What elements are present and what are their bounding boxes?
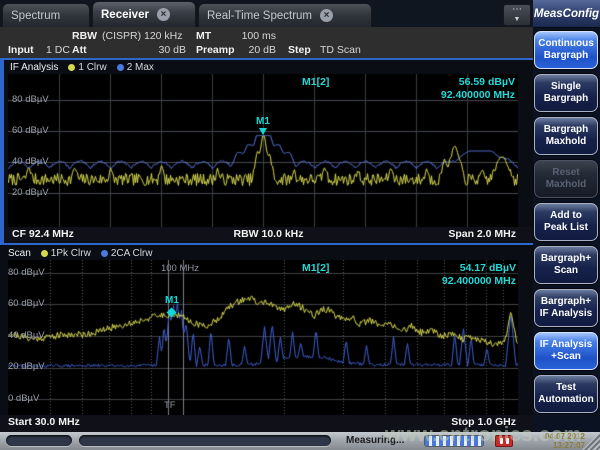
window-title: IF Analysis xyxy=(10,62,58,73)
status-slot-2 xyxy=(79,435,331,446)
if-window-header: IF Analysis 1 Clrw 2 Max xyxy=(10,61,154,74)
tab-realtime-spectrum[interactable]: Real-Time Spectrum × xyxy=(198,3,372,27)
tab-spectrum[interactable]: Spectrum xyxy=(2,3,90,27)
softkey-test-automation[interactable]: Test Automation xyxy=(534,375,598,413)
rbw-label: RBW xyxy=(72,30,97,42)
legend-trace-1: 1 Clrw xyxy=(68,62,106,73)
overflow-icon: ⋯ xyxy=(512,4,522,15)
scan-marker-name[interactable]: M1 xyxy=(160,295,184,306)
preamp-value[interactable]: 20 dB xyxy=(226,44,276,56)
scan-y-label: 40 dBµV xyxy=(8,330,45,341)
scan-y-label: 20 dBµV xyxy=(8,361,45,372)
status-slot-1 xyxy=(6,435,72,446)
softkey-add-to-peak-list[interactable]: Add to Peak List xyxy=(534,203,598,241)
scan-marker-readout: 54.17 dBµV 92.400000 MHz xyxy=(442,262,516,288)
if-marker-tag: M1[2] xyxy=(302,76,329,88)
softkey-if-analysis-scan[interactable]: IF Analysis +Scan xyxy=(534,332,598,370)
softkey-continuous-bargraph[interactable]: Continuous Bargraph xyxy=(534,31,598,69)
softkey-bargraph-scan[interactable]: Bargraph+ Scan xyxy=(534,246,598,284)
close-icon[interactable]: × xyxy=(320,9,333,22)
if-y-label: 40 dBµV xyxy=(12,156,49,167)
tab-bar: Spectrum Receiver × Real-Time Spectrum ×… xyxy=(0,0,533,27)
scan-window: Scan 1Pk Clrw 2CA Clrw 80 dBµV 60 dBµV 4… xyxy=(0,245,533,432)
chevron-down-icon: ▼ xyxy=(514,16,521,23)
tab-overflow-button[interactable]: ⋯ ▼ xyxy=(503,4,531,26)
window-title: Scan xyxy=(8,248,31,259)
scan-y-label: 0 dBµV xyxy=(8,393,39,404)
scan-y-label: 80 dBµV xyxy=(8,267,45,278)
softkey-sidebar: MeasConfig Continuous Bargraph Single Ba… xyxy=(533,0,600,450)
mt-value[interactable]: 100 ms xyxy=(226,30,276,42)
tab-label: Real-Time Spectrum xyxy=(207,10,312,22)
if-y-label: 80 dBµV xyxy=(12,94,49,105)
step-value[interactable]: TD Scan xyxy=(320,44,361,56)
legend-trace-1: 1Pk Clrw xyxy=(41,248,91,259)
trace2-color-icon xyxy=(101,250,108,257)
att-label: Att xyxy=(72,44,87,56)
freq-line-label: 100 MHz xyxy=(158,263,202,274)
if-marker-readout: 56.59 dBµV 92.400000 MHz xyxy=(441,76,515,102)
scan-marker-freq: 92.400000 MHz xyxy=(442,275,516,288)
input-value[interactable]: 1 DC xyxy=(46,44,70,56)
instrument-screen: Spectrum Receiver × Real-Time Spectrum ×… xyxy=(0,0,600,450)
softkey-menu-title: MeasConfig xyxy=(533,0,600,28)
tab-receiver[interactable]: Receiver × xyxy=(92,1,196,27)
if-y-label: 20 dBµV xyxy=(12,187,49,198)
trace1-color-icon xyxy=(68,64,75,71)
softkey-bargraph-maxhold[interactable]: Bargraph Maxhold xyxy=(534,117,598,155)
scan-marker-level: 54.17 dBµV xyxy=(442,262,516,275)
rbw-value[interactable]: (CISPR) 120 kHz xyxy=(102,30,183,42)
scan-marker-tag: M1[2] xyxy=(302,262,329,274)
close-icon[interactable]: × xyxy=(157,8,170,21)
span-field[interactable]: Span 2.0 MHz xyxy=(448,228,516,240)
softkey-single-bargraph[interactable]: Single Bargraph xyxy=(534,74,598,112)
if-marker-freq: 92.400000 MHz xyxy=(441,89,515,102)
if-y-label: 60 dBµV xyxy=(12,125,49,136)
scan-y-label: 60 dBµV xyxy=(8,298,45,309)
if-marker-name[interactable]: M1 xyxy=(251,116,275,127)
trace2-color-icon xyxy=(117,64,124,71)
if-marker-level: 56.59 dBµV xyxy=(441,76,515,89)
softkey-reset-maxhold[interactable]: Reset Maxhold xyxy=(534,160,598,198)
att-value[interactable]: 30 dB xyxy=(136,44,186,56)
watermark-text: www.cntronics.com xyxy=(385,424,582,447)
if-chart-footer: CF 92.4 MHz RBW 10.0 kHz Span 2.0 MHz xyxy=(4,227,533,243)
legend-trace-2: 2CA Clrw xyxy=(101,248,153,259)
if-analysis-window: IF Analysis 1 Clrw 2 Max 80 dBµV 60 dBµV… xyxy=(0,58,533,245)
if-marker-arrow-icon[interactable] xyxy=(259,128,267,135)
tab-label: Receiver xyxy=(101,9,149,21)
step-label: Step xyxy=(288,44,311,56)
legend-trace-2: 2 Max xyxy=(117,62,154,73)
mt-label: MT xyxy=(196,30,211,42)
scan-window-header: Scan 1Pk Clrw 2CA Clrw xyxy=(8,247,153,260)
start-field[interactable]: Start 30.0 MHz xyxy=(8,416,80,428)
softkey-bargraph-if-analysis[interactable]: Bargraph+ IF Analysis xyxy=(534,289,598,327)
tab-label: Spectrum xyxy=(11,10,60,22)
tf-label: TF xyxy=(164,400,176,411)
input-label: Input xyxy=(8,44,34,56)
settings-bar: RBW (CISPR) 120 kHz MT 100 ms Input 1 DC… xyxy=(0,27,533,58)
trace1-color-icon xyxy=(41,250,48,257)
